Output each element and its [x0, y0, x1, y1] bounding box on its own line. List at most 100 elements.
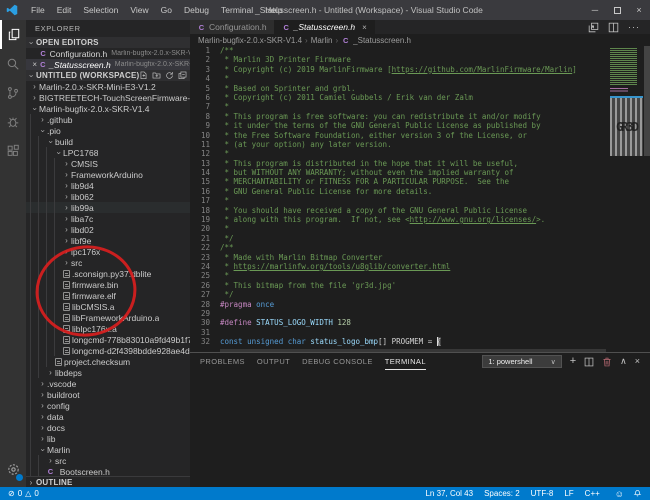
tree-item[interactable]: ›buildroot [26, 389, 190, 400]
menu-go[interactable]: Go [155, 0, 178, 20]
panel-tab-debug-console[interactable]: DEBUG CONSOLE [302, 353, 373, 370]
tree-item[interactable]: ›libd02 [26, 224, 190, 235]
breadcrumb-item[interactable]: _Statusscreen.h [353, 36, 411, 45]
code-line[interactable]: 18 * You should have received a copy of … [190, 206, 606, 215]
code-line[interactable]: 8 * This program is free software: you c… [190, 112, 606, 121]
source-control-icon[interactable] [0, 78, 26, 107]
code-line[interactable]: 2 * Marlin 3D Printer Firmware [190, 55, 606, 64]
status-item[interactable]: Ln 37, Col 43 [425, 489, 473, 498]
new-file-icon[interactable] [139, 71, 148, 80]
status-item[interactable]: Spaces: 2 [484, 489, 520, 498]
code-line[interactable]: 22/** [190, 243, 606, 252]
panel-tab-terminal[interactable]: TERMINAL [385, 353, 426, 370]
open-editor-item[interactable]: CConfiguration.hMarlin-bugfix-2.0.x-SKR-… [26, 48, 190, 59]
close-tab-icon[interactable]: × [362, 23, 367, 32]
code-line[interactable]: 31 [190, 328, 606, 337]
close-editor-icon[interactable]: × [31, 60, 38, 69]
tree-item[interactable]: liblpc176x.a [26, 323, 190, 334]
code-line[interactable]: 27 */ [190, 290, 606, 299]
debug-icon[interactable] [0, 107, 26, 136]
restore-button[interactable] [606, 7, 628, 14]
search-icon[interactable] [0, 49, 26, 78]
tree-item[interactable]: ›build [26, 136, 190, 147]
menu-file[interactable]: File [25, 0, 51, 20]
minimap[interactable]: GR3D [610, 46, 643, 349]
scrollbar-thumb[interactable] [644, 46, 650, 156]
tree-item[interactable]: libCMSIS.a [26, 301, 190, 312]
tree-item[interactable]: ›libf9e [26, 235, 190, 246]
explorer-icon[interactable] [0, 20, 26, 49]
more-actions-icon[interactable]: ··· [628, 22, 640, 32]
editor-tab[interactable]: C_Statusscreen.h× [275, 20, 375, 34]
panel-tab-output[interactable]: OUTPUT [257, 353, 290, 370]
tree-item[interactable]: .sconsign.py37.dblite [26, 268, 190, 279]
code-line[interactable]: 1/** [190, 46, 606, 55]
tree-item[interactable]: ›Marlin-2.0.x-SKR-Mini-E3-V1.2 [26, 81, 190, 92]
tree-item[interactable]: ›.github [26, 114, 190, 125]
tree-item[interactable]: longcmd-d2f4398bdde928ae4dbef61d0181... [26, 345, 190, 356]
code-line[interactable]: 17 * [190, 196, 606, 205]
breadcrumb-item[interactable]: Marlin [311, 36, 333, 45]
tree-item[interactable]: firmware.bin [26, 279, 190, 290]
code-line[interactable]: 26 * This bitmap from the file 'gr3d.jpg… [190, 281, 606, 290]
code-line[interactable]: 12 * [190, 149, 606, 158]
tree-item[interactable]: ›liba7c [26, 213, 190, 224]
close-button[interactable]: × [628, 0, 650, 20]
tree-item[interactable]: ›docs [26, 422, 190, 433]
menu-terminal[interactable]: Terminal [215, 0, 259, 20]
code-line[interactable]: 15 * MERCHANTABILITY or FITNESS FOR A PA… [190, 177, 606, 186]
tree-item[interactable]: ›lib [26, 433, 190, 444]
code-area[interactable]: 1/**2 * Marlin 3D Printer Firmware3 * Co… [190, 46, 606, 349]
panel-tab-problems[interactable]: PROBLEMS [200, 353, 245, 370]
tree-item[interactable]: ›config [26, 400, 190, 411]
refresh-icon[interactable] [165, 71, 174, 80]
new-terminal-icon[interactable]: + [570, 357, 576, 366]
tree-item[interactable]: ›src [26, 257, 190, 268]
tree-item[interactable]: ›.pio [26, 125, 190, 136]
collapse-all-icon[interactable] [178, 71, 187, 80]
code-line[interactable]: 10 * the Free Software Foundation, eithe… [190, 131, 606, 140]
tree-item[interactable]: ›src [26, 455, 190, 466]
tree-item[interactable]: ›lib99a [26, 202, 190, 213]
tree-item[interactable]: ›Marlin-bugfix-2.0.x-SKR-V1.4 [26, 103, 190, 114]
manage-gear-icon[interactable] [0, 456, 26, 482]
code-line[interactable]: 13 * This program is distributed in the … [190, 159, 606, 168]
tree-item[interactable]: ›LPC1768 [26, 147, 190, 158]
menu-edit[interactable]: Edit [51, 0, 78, 20]
extensions-icon[interactable] [0, 136, 26, 165]
code-line[interactable]: 30#define STATUS_LOGO_WIDTH 128 [190, 318, 606, 327]
code-line[interactable]: 23 * Made with Marlin Bitmap Converter [190, 253, 606, 262]
code-line[interactable]: 28#pragma once [190, 300, 606, 309]
code-line[interactable]: 19 * along with this program. If not, se… [190, 215, 606, 224]
tree-item[interactable]: ›FrameworkArduino [26, 169, 190, 180]
open-editor-item[interactable]: ×C_Statusscreen.hMarlin-bugfix-2.0.x-SKR… [26, 59, 190, 70]
breadcrumb-item[interactable]: Marlin-bugfix-2.0.x-SKR-V1.4 [198, 36, 302, 45]
kill-terminal-icon[interactable] [602, 357, 612, 367]
editor-tab[interactable]: CConfiguration.h [190, 20, 275, 34]
minimize-button[interactable]: ─ [584, 0, 606, 20]
feedback-smiley-icon[interactable]: ☺ [615, 490, 624, 498]
tree-item[interactable]: longcmd-778b83010a9fd49b1f7432b587f3... [26, 334, 190, 345]
code-line[interactable]: 24 * https://marlinfw.org/tools/u8glib/c… [190, 262, 606, 271]
menu-view[interactable]: View [124, 0, 154, 20]
code-line[interactable]: 14 * but WITHOUT ANY WARRANTY; without e… [190, 168, 606, 177]
tree-item[interactable]: firmware.elf [26, 290, 190, 301]
terminal-content[interactable] [190, 370, 650, 487]
status-item[interactable]: LF [564, 489, 573, 498]
tree-item[interactable]: ›lib062 [26, 191, 190, 202]
code-line[interactable]: 25 * [190, 271, 606, 280]
code-line[interactable]: 16 * GNU General Public License for more… [190, 187, 606, 196]
menu-selection[interactable]: Selection [77, 0, 124, 20]
tree-item[interactable]: libFrameworkArduino.a [26, 312, 190, 323]
status-item[interactable]: C++ [585, 489, 600, 498]
tree-item[interactable]: ›CMSIS [26, 158, 190, 169]
editor-scrollbar[interactable] [644, 46, 650, 349]
tree-item[interactable]: ›lpc176x [26, 246, 190, 257]
code-line[interactable]: 20 * [190, 224, 606, 233]
close-panel-icon[interactable]: × [635, 357, 640, 366]
open-editors-header[interactable]: › OPEN EDITORS [26, 37, 190, 48]
code-line[interactable]: 11 * (at your option) any later version. [190, 140, 606, 149]
split-terminal-icon[interactable] [584, 357, 594, 367]
notifications-bell-icon[interactable] [633, 489, 642, 498]
tree-item[interactable]: ›.vscode [26, 378, 190, 389]
